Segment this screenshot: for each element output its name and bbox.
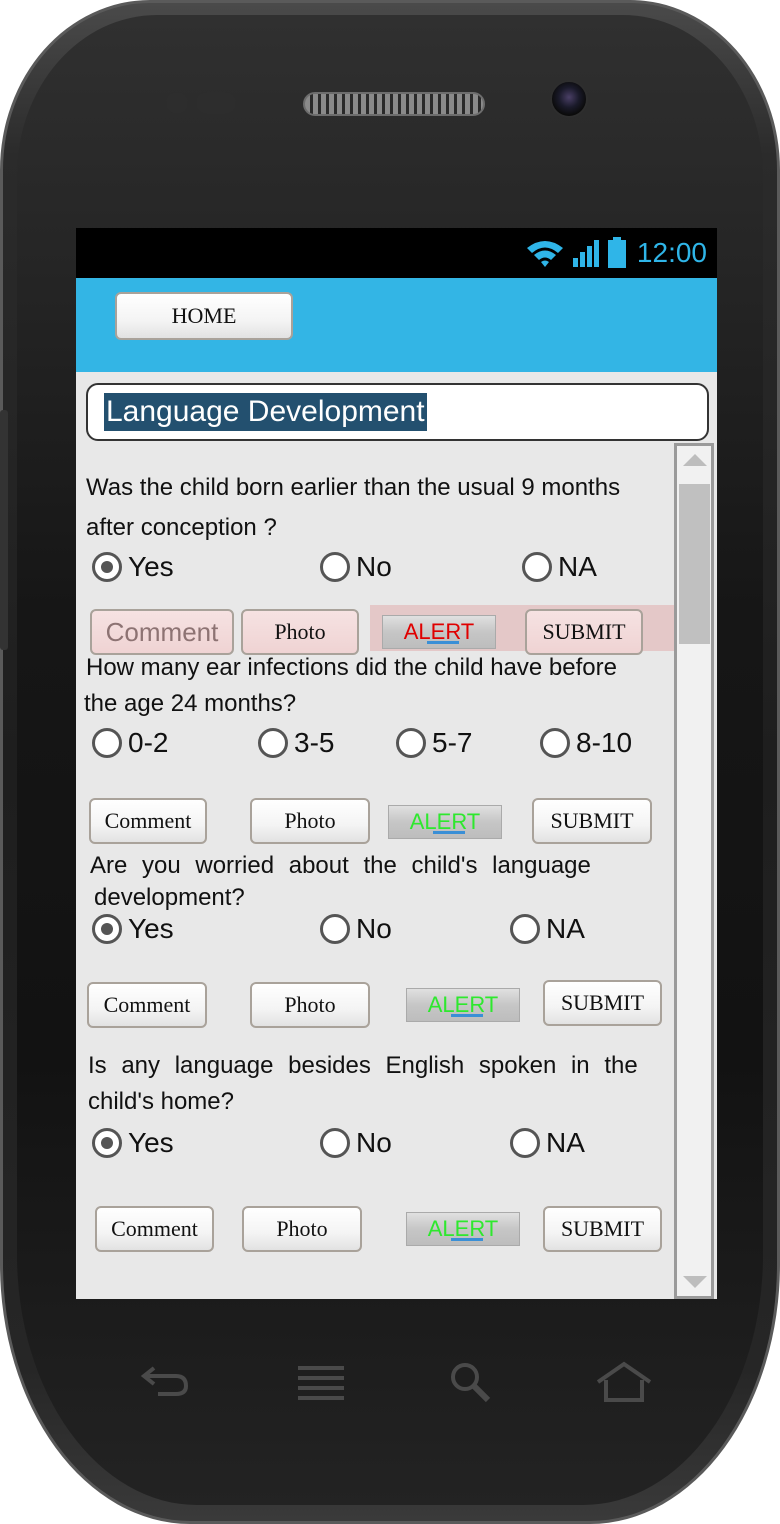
q4-option-na[interactable]: NA <box>510 1127 585 1159</box>
option-label: Yes <box>128 913 174 944</box>
option-label: NA <box>546 1127 585 1158</box>
option-label: 0-2 <box>128 727 169 758</box>
earpiece-speaker <box>303 92 485 116</box>
radio-unchecked-icon <box>510 914 540 944</box>
radio-unchecked-icon <box>320 552 350 582</box>
q2-option-0-2[interactable]: 0-2 <box>92 727 168 759</box>
screen: 12:00 HOME Language Development Was the … <box>76 228 717 1299</box>
vertical-scrollbar[interactable] <box>674 443 714 1299</box>
hardware-nav-keys <box>0 1360 780 1420</box>
q3-photo-button[interactable]: Photo <box>250 982 370 1028</box>
question-4-text-line2: child's home? <box>88 1088 234 1115</box>
battery-icon <box>607 237 626 268</box>
q3-alert-button[interactable]: ALERT <box>406 988 520 1022</box>
status-time: 12:00 <box>636 237 707 268</box>
q3-option-no[interactable]: No <box>320 913 392 945</box>
q2-option-3-5[interactable]: 3-5 <box>258 727 334 759</box>
q1-option-no[interactable]: No <box>320 551 392 583</box>
proximity-sensor <box>166 92 188 114</box>
q2-photo-button[interactable]: Photo <box>250 798 370 844</box>
q4-submit-button[interactable]: SUBMIT <box>543 1206 662 1252</box>
q2-alert-button[interactable]: ALERT <box>388 805 502 839</box>
radio-unchecked-icon <box>396 728 426 758</box>
option-label: Yes <box>128 551 174 582</box>
page-title: Language Development <box>104 393 427 431</box>
scroll-thumb[interactable] <box>679 484 710 644</box>
radio-unchecked-icon <box>510 1128 540 1158</box>
q2-option-8-10[interactable]: 8-10 <box>540 727 632 759</box>
question-2-text-line2: the age 24 months? <box>84 690 297 717</box>
radio-checked-icon <box>92 914 122 944</box>
question-list: Was the child born earlier than the usua… <box>76 443 682 1299</box>
q4-comment-button[interactable]: Comment <box>95 1206 214 1252</box>
question-2-text-line1: How many ear infections did the child ha… <box>86 654 617 681</box>
q2-comment-button[interactable]: Comment <box>89 798 207 844</box>
menu-icon[interactable] <box>296 1360 346 1404</box>
home-button[interactable]: HOME <box>115 292 293 340</box>
q4-option-no[interactable]: No <box>320 1127 392 1159</box>
q3-option-yes[interactable]: Yes <box>92 913 174 945</box>
alert-underline <box>433 831 465 834</box>
signal-icon <box>572 240 599 267</box>
page-title-field[interactable]: Language Development <box>86 383 709 441</box>
scroll-down-icon[interactable] <box>683 1276 707 1288</box>
status-bar: 12:00 <box>76 228 717 278</box>
q3-option-na[interactable]: NA <box>510 913 585 945</box>
q4-option-yes[interactable]: Yes <box>92 1127 174 1159</box>
volume-button <box>0 410 8 650</box>
alert-underline <box>451 1238 483 1241</box>
radio-unchecked-icon <box>258 728 288 758</box>
radio-unchecked-icon <box>320 1128 350 1158</box>
home-icon[interactable] <box>594 1360 654 1404</box>
radio-unchecked-icon <box>320 914 350 944</box>
q2-option-5-7[interactable]: 5-7 <box>396 727 472 759</box>
option-label: 8-10 <box>576 727 633 758</box>
option-label: NA <box>546 913 585 944</box>
q1-option-na[interactable]: NA <box>522 551 597 583</box>
q1-option-yes[interactable]: Yes <box>92 551 174 583</box>
question-4-text-line1: Is any language besides English spoken i… <box>88 1052 638 1079</box>
option-label: No <box>356 1127 392 1158</box>
scroll-up-icon[interactable] <box>683 454 707 466</box>
alert-underline <box>427 641 459 644</box>
question-3-text-line2: development? <box>94 884 245 911</box>
option-label: No <box>356 551 392 582</box>
q1-alert-button[interactable]: ALERT <box>382 615 496 649</box>
wifi-icon <box>526 241 563 267</box>
question-1-text-line2: after conception ? <box>86 514 277 541</box>
q4-alert-button[interactable]: ALERT <box>406 1212 520 1246</box>
light-sensor <box>196 92 236 114</box>
radio-unchecked-icon <box>540 728 570 758</box>
q2-submit-button[interactable]: SUBMIT <box>532 798 652 844</box>
radio-checked-icon <box>92 1128 122 1158</box>
q4-photo-button[interactable]: Photo <box>242 1206 362 1252</box>
q3-submit-button[interactable]: SUBMIT <box>543 980 662 1026</box>
back-icon[interactable] <box>140 1360 190 1400</box>
search-icon[interactable] <box>448 1360 492 1404</box>
option-label: No <box>356 913 392 944</box>
radio-unchecked-icon <box>92 728 122 758</box>
alert-underline <box>451 1014 483 1017</box>
q3-comment-button[interactable]: Comment <box>87 982 207 1028</box>
option-label: NA <box>558 551 597 582</box>
radio-unchecked-icon <box>522 552 552 582</box>
option-label: Yes <box>128 1127 174 1158</box>
radio-checked-icon <box>92 552 122 582</box>
front-camera <box>550 80 588 118</box>
option-label: 5-7 <box>432 727 473 758</box>
option-label: 3-5 <box>294 727 335 758</box>
question-1-text-line1: Was the child born earlier than the usua… <box>86 474 621 501</box>
